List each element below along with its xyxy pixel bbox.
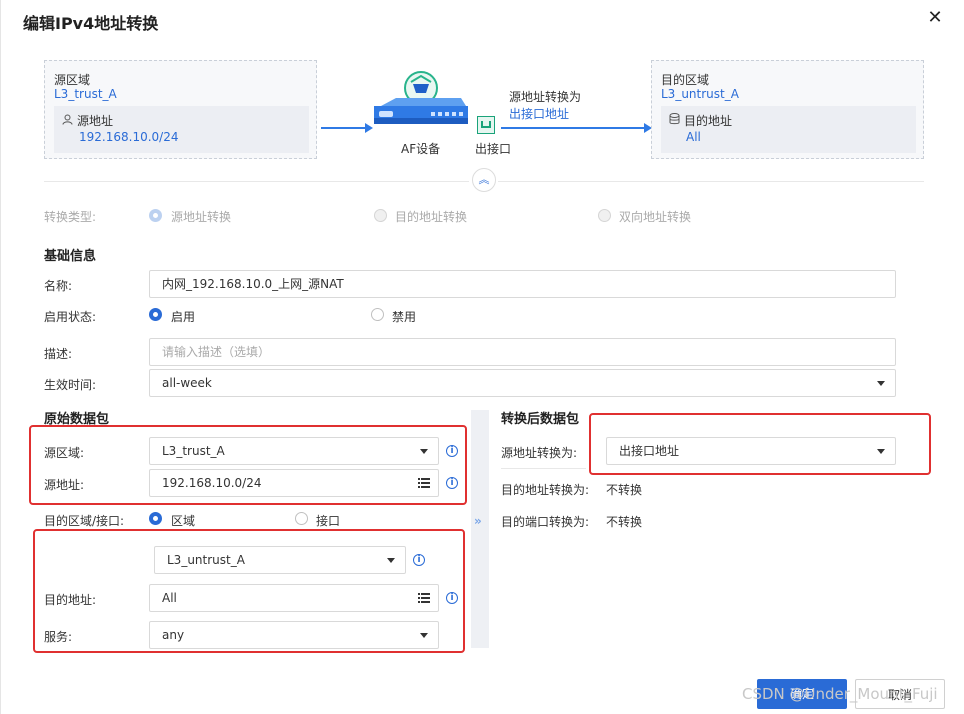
service-label: 服务: <box>44 630 73 644</box>
dialog-title: 编辑IPv4地址转换 <box>23 14 159 33</box>
source-zone-title: 源区域 <box>54 73 91 87</box>
conversion-type-label: 转换类型: <box>44 210 97 224</box>
highlight-translated-box <box>589 413 931 475</box>
conversion-both-label: 双向地址转换 <box>619 210 692 224</box>
status-disable-label: 禁用 <box>392 310 417 324</box>
translated-packet-heading: 转换后数据包 <box>501 412 580 427</box>
packet-separator: » <box>471 410 489 648</box>
description-input[interactable]: 请输入描述（选填） <box>149 338 896 366</box>
double-arrow-right-icon: » <box>474 514 482 528</box>
conversion-dest-radio <box>374 209 387 222</box>
egress-label: 出接口 <box>475 142 512 156</box>
collapse-divider-right <box>498 181 924 182</box>
source-address-panel: 源地址 192.168.10.0/24 <box>54 106 309 153</box>
translated-dst-label: 目的地址转换为: <box>501 483 590 497</box>
basic-info-heading: 基础信息 <box>44 249 97 264</box>
collapse-divider-left <box>44 181 469 182</box>
translate-title: 源地址转换为 <box>509 90 582 104</box>
translated-port-label: 目的端口转换为: <box>501 515 590 529</box>
dest-zone-value: L3_untrust_A <box>661 87 739 101</box>
dest-address-panel: 目的地址 All <box>661 106 916 153</box>
dest-address-label: 目的地址 <box>684 114 733 128</box>
dest-zone-card: 目的区域 L3_untrust_A 目的地址 All <box>651 60 924 159</box>
name-input[interactable]: 内网_192.168.10.0_上网_源NAT <box>149 270 896 298</box>
dst-type-iface-radio[interactable] <box>295 512 308 525</box>
chevron-down-icon <box>420 633 428 638</box>
translate-value: 出接口地址 <box>509 107 570 121</box>
source-address-value: 192.168.10.0/24 <box>79 130 179 144</box>
source-address-label: 源地址 <box>77 114 114 128</box>
info-icon[interactable]: i <box>446 592 458 604</box>
dst-type-iface-label: 接口 <box>316 514 341 528</box>
schedule-value: all-week <box>162 376 212 390</box>
user-icon <box>62 114 73 125</box>
dest-address-value: All <box>686 130 701 144</box>
conversion-source-radio <box>149 209 162 222</box>
dst-address-input[interactable]: All <box>149 584 439 612</box>
status-enable-label: 启用 <box>171 310 196 324</box>
info-icon[interactable]: i <box>413 554 425 566</box>
service-value: any <box>162 628 185 642</box>
flow-arrow-left <box>321 127 367 129</box>
source-zone-card: 源区域 L3_trust_A 源地址 192.168.10.0/24 <box>44 60 317 159</box>
watermark: CSDN @Under_Mount_Fuji <box>742 685 938 703</box>
list-icon[interactable] <box>418 593 430 603</box>
status-disable-radio[interactable] <box>371 308 384 321</box>
translated-src-label: 源地址转换为: <box>501 446 578 460</box>
edit-nat-dialog: 编辑IPv4地址转换 ✕ 源区域 L3_trust_A 源地址 192.168.… <box>0 0 964 714</box>
highlight-source-box <box>29 425 467 505</box>
ethernet-port-icon <box>477 116 495 134</box>
dst-type-zone-label: 区域 <box>171 514 196 528</box>
device-label: AF设备 <box>401 142 441 156</box>
schedule-select[interactable]: all-week <box>149 369 896 397</box>
conversion-source-label: 源地址转换 <box>171 210 232 224</box>
dst-type-label: 目的区域/接口: <box>44 514 125 528</box>
schedule-label: 生效时间: <box>44 378 97 392</box>
database-icon <box>669 113 680 125</box>
dst-address-value: All <box>162 591 177 605</box>
dest-zone-title: 目的区域 <box>661 73 710 87</box>
name-label: 名称: <box>44 279 73 293</box>
collapse-up-icon[interactable]: ︽ <box>472 168 496 192</box>
dst-address-label: 目的地址: <box>44 593 97 607</box>
firewall-device-icon <box>374 71 468 124</box>
chevron-down-icon <box>877 381 885 386</box>
status-enable-radio[interactable] <box>149 308 162 321</box>
conversion-both-radio <box>598 209 611 222</box>
close-icon[interactable]: ✕ <box>925 8 945 28</box>
service-select[interactable]: any <box>149 621 439 649</box>
source-zone-value: L3_trust_A <box>54 87 117 101</box>
dst-zone-value: L3_untrust_A <box>167 553 245 567</box>
status-label: 启用状态: <box>44 310 97 324</box>
chevron-down-icon <box>387 558 395 563</box>
description-label: 描述: <box>44 347 73 361</box>
translated-dst-value: 不转换 <box>606 483 643 497</box>
af-device-graphic <box>371 68 471 138</box>
translated-port-value: 不转换 <box>606 515 643 529</box>
translated-divider <box>501 468 586 469</box>
flow-arrow-right <box>501 127 646 129</box>
dst-type-zone-radio[interactable] <box>149 512 162 525</box>
conversion-dest-label: 目的地址转换 <box>395 210 468 224</box>
dst-zone-select[interactable]: L3_untrust_A <box>154 546 406 574</box>
